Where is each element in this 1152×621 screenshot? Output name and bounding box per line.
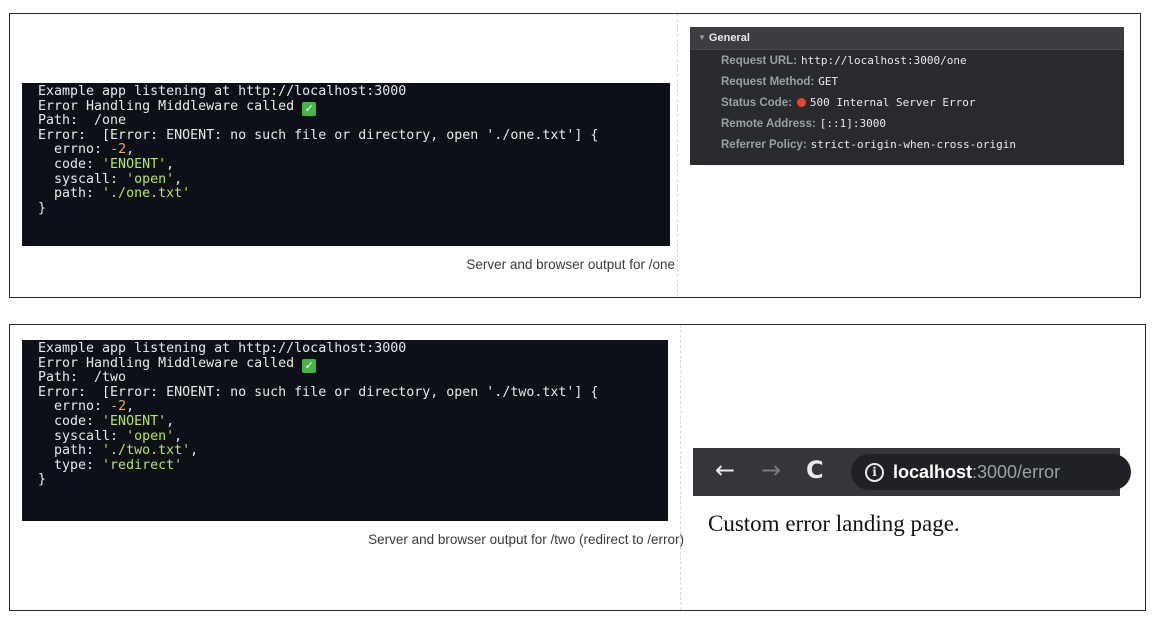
terminal-text: , bbox=[126, 142, 135, 158]
panel-divider bbox=[677, 14, 678, 297]
row-value: [::1]:3000 bbox=[819, 117, 887, 130]
terminal-text: Error: [Error: ENOENT: no such file or d… bbox=[38, 127, 599, 143]
row-key: Request URL: bbox=[721, 55, 798, 67]
terminal-line: } bbox=[38, 200, 670, 217]
terminal-text: syscall: bbox=[38, 171, 127, 187]
status-error-dot-icon bbox=[796, 98, 806, 107]
url-host: localhost bbox=[893, 462, 973, 482]
terminal-line: path: './one.txt' bbox=[38, 186, 670, 202]
terminal-line: } bbox=[38, 473, 668, 488]
terminal-text: './one.txt' bbox=[102, 186, 191, 202]
browser-toolbar: ← → C i localhost:3000/error bbox=[693, 448, 1131, 496]
reload-icon[interactable]: C bbox=[806, 456, 824, 484]
landing-page-text: Custom error landing page. bbox=[708, 511, 960, 536]
terminal-text: , bbox=[126, 399, 135, 415]
address-bar[interactable]: i localhost:3000/error bbox=[851, 454, 1131, 490]
terminal-text: Example app listening at http://localhos… bbox=[38, 84, 407, 99]
figure-two-caption: Server and browser output for /two (redi… bbox=[368, 532, 684, 547]
terminal-line: errno: -2, bbox=[38, 400, 668, 415]
terminal-line: code: 'ENOENT', bbox=[38, 156, 670, 173]
figure-one-caption: Server and browser output for /one bbox=[466, 257, 675, 272]
figure-two-panel: Example app listening at http://localhos… bbox=[9, 324, 1146, 611]
terminal-text: syscall: bbox=[38, 428, 127, 444]
terminal-text: Error: [Error: ENOENT: no such file or d… bbox=[38, 384, 599, 400]
back-arrow-icon[interactable]: ← bbox=[715, 456, 735, 484]
terminal-text: errno: bbox=[38, 142, 111, 158]
terminal-line: errno: -2, bbox=[38, 143, 670, 158]
terminal-text: './two.txt' bbox=[102, 443, 191, 459]
row-value: 500 Internal Server Error bbox=[809, 96, 976, 109]
terminal-line: Error Handling Middleware called ✓ bbox=[38, 98, 670, 116]
general-row: Status Code: 500 Internal Server Error bbox=[690, 92, 1124, 113]
terminal-text: 'open' bbox=[126, 428, 175, 444]
terminal-line: Example app listening at http://localhos… bbox=[38, 341, 668, 357]
terminal-text: path: bbox=[38, 186, 103, 202]
general-rows: Request URL: http://localhost:3000/one Req… bbox=[690, 50, 1124, 155]
terminal-text: , bbox=[174, 428, 183, 444]
terminal-line: type: 'redirect' bbox=[38, 457, 668, 474]
terminal-text: -2 bbox=[110, 142, 127, 158]
terminal-text: path: bbox=[38, 443, 103, 459]
general-row: Referrer Policy: strict-origin-when-cross… bbox=[690, 134, 1124, 155]
general-row: Remote Address: [::1]:3000 bbox=[690, 113, 1124, 134]
terminal-text: } bbox=[38, 200, 47, 216]
terminal-line: path: './two.txt', bbox=[38, 443, 668, 459]
terminal-line: Path: /one bbox=[38, 113, 670, 129]
general-section-header[interactable]: ▼ General bbox=[690, 27, 1124, 50]
row-key: Status Code: bbox=[721, 97, 792, 109]
terminal-text: } bbox=[38, 472, 47, 488]
terminal-text: 'ENOENT' bbox=[102, 156, 167, 172]
terminal-text: Error Handling Middleware called bbox=[38, 98, 303, 114]
terminal-line: Example app listening at http://localhos… bbox=[38, 84, 670, 100]
terminal-line: syscall: 'open', bbox=[38, 428, 668, 445]
terminal-text: Error Handling Middleware called bbox=[38, 355, 303, 371]
general-section-title: General bbox=[708, 32, 750, 44]
row-key: Request Method: bbox=[721, 76, 815, 88]
terminal-text: Path: /one bbox=[38, 113, 127, 129]
terminal-text: 'open' bbox=[126, 171, 175, 187]
green-check-icon: ✓ bbox=[302, 358, 317, 373]
terminal-text: Example app listening at http://localhos… bbox=[38, 341, 407, 356]
terminal-text: errno: bbox=[38, 399, 111, 415]
row-value: http://localhost:3000/one bbox=[801, 54, 967, 67]
terminal-text: , bbox=[166, 156, 175, 172]
terminal-text: 'ENOENT' bbox=[102, 413, 167, 429]
general-row: Request Method: GET bbox=[690, 71, 1124, 92]
devtools-general-panel: ▼ General Request URL: http://localhost:30… bbox=[690, 27, 1124, 165]
figure-one-panel: Example app listening at http://localhos… bbox=[9, 13, 1141, 298]
address-url[interactable]: localhost:3000/error bbox=[893, 462, 1060, 483]
terminal-text: , bbox=[174, 171, 183, 187]
url-path: :3000/error bbox=[972, 462, 1061, 482]
row-value: GET bbox=[818, 75, 839, 88]
terminal-line: Path: /two bbox=[38, 370, 668, 386]
terminal-text: code: bbox=[38, 156, 103, 172]
forward-arrow-icon[interactable]: → bbox=[761, 456, 781, 484]
expand-triangle-icon: ▼ bbox=[698, 33, 706, 42]
terminal-line: Error: [Error: ENOENT: no such file or d… bbox=[38, 384, 668, 401]
terminal-text: , bbox=[190, 443, 199, 459]
server-terminal-two: Example app listening at http://localhos… bbox=[22, 340, 668, 521]
terminal-line: code: 'ENOENT', bbox=[38, 413, 668, 430]
green-check-icon: ✓ bbox=[302, 101, 317, 116]
terminal-text: type: bbox=[38, 457, 103, 473]
row-key: Remote Address: bbox=[721, 118, 816, 130]
row-key: Referrer Policy: bbox=[721, 139, 807, 151]
row-value: strict-origin-when-cross-origin bbox=[810, 138, 1016, 151]
terminal-text: -2 bbox=[110, 399, 127, 415]
terminal-text: Path: /two bbox=[38, 370, 127, 386]
terminal-line: syscall: 'open', bbox=[38, 171, 670, 188]
terminal-line: Error Handling Middleware called ✓ bbox=[38, 355, 668, 373]
terminal-text: , bbox=[166, 413, 175, 429]
server-terminal-one: Example app listening at http://localhos… bbox=[22, 83, 670, 246]
terminal-line: Error: [Error: ENOENT: no such file or d… bbox=[38, 127, 670, 144]
general-row: Request URL: http://localhost:3000/one bbox=[690, 50, 1124, 71]
site-info-icon[interactable]: i bbox=[865, 463, 884, 482]
terminal-text: 'redirect' bbox=[102, 457, 183, 473]
panel-divider bbox=[680, 325, 681, 610]
terminal-text: code: bbox=[38, 413, 103, 429]
